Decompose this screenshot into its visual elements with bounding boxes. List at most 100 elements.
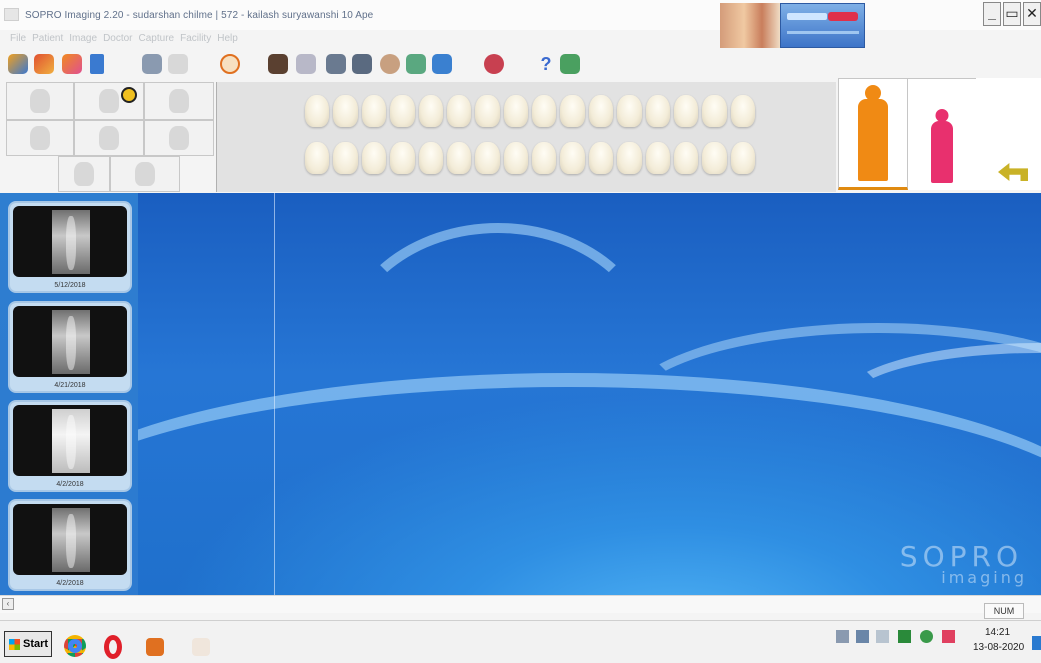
menu-capture[interactable]: Capture [139, 30, 175, 48]
adult-patient-button[interactable] [838, 78, 908, 190]
flash-icon[interactable] [406, 54, 426, 74]
tooth-button[interactable] [475, 142, 500, 174]
target-icon[interactable] [220, 54, 240, 74]
tooth-button[interactable] [390, 142, 415, 174]
radiation-icon[interactable] [484, 54, 504, 74]
child-patient-button[interactable] [908, 78, 976, 190]
layout-cell-2[interactable] [74, 82, 144, 120]
scroll-left-icon[interactable]: ‹ [2, 598, 14, 610]
tooth-button[interactable] [475, 95, 500, 127]
xray-date: 5/12/2018 [54, 282, 86, 289]
layout-cell-4[interactable] [6, 120, 74, 156]
tooth-button[interactable] [446, 142, 472, 174]
menu-file[interactable]: File [10, 30, 26, 48]
document-icon[interactable] [168, 54, 188, 74]
tooth-button[interactable] [645, 142, 670, 174]
tooth-button[interactable] [532, 142, 557, 174]
layout-cell-5[interactable] [74, 120, 144, 156]
tray-volume-icon[interactable] [876, 630, 889, 643]
menu-image[interactable]: Image [69, 30, 97, 48]
tooth-button[interactable] [333, 142, 358, 174]
menu-facility[interactable]: Facility [180, 30, 211, 48]
tooth-button[interactable] [446, 95, 472, 127]
sopro-icon[interactable] [192, 638, 210, 656]
print-icon[interactable] [142, 54, 162, 74]
outlook-icon[interactable] [146, 638, 164, 656]
camera-icon[interactable] [326, 54, 346, 74]
tooth-button[interactable] [617, 95, 642, 127]
status-bar-icon [787, 13, 827, 20]
xray-thumbnail[interactable]: 4/21/2018 [8, 301, 132, 393]
tooth-button[interactable] [560, 142, 585, 174]
patient-swap-icon[interactable] [62, 54, 82, 74]
menu-doctor[interactable]: Doctor [103, 30, 132, 48]
tooth-button[interactable] [702, 95, 727, 127]
clock-date[interactable]: 13-08-2020 [973, 642, 1024, 653]
tooth-button[interactable] [418, 95, 443, 127]
show-desktop-button[interactable] [1032, 636, 1041, 650]
layout-cell-1[interactable] [6, 82, 74, 120]
menu-help[interactable]: Help [217, 30, 238, 48]
tooth-button[interactable] [333, 95, 358, 127]
tooth-button[interactable] [503, 95, 528, 127]
back-panel [976, 78, 1041, 190]
xray-frame [13, 405, 127, 476]
tray-network-icon[interactable] [836, 630, 849, 643]
tray-sync-icon[interactable] [920, 630, 933, 643]
tooth-button[interactable] [673, 95, 699, 127]
clock-time[interactable]: 14:21 [985, 627, 1010, 638]
menu-patient[interactable]: Patient [32, 30, 63, 48]
tooth-button[interactable] [503, 142, 528, 174]
back-arrow-icon[interactable] [998, 163, 1028, 181]
tray-nvidia-icon[interactable] [898, 630, 911, 643]
horizontal-scrollbar[interactable]: ‹ [0, 595, 1041, 613]
tooth-button[interactable] [588, 95, 614, 127]
minimize-icon[interactable]: _ [983, 2, 1001, 26]
cd-export-icon[interactable] [352, 54, 372, 74]
layout-cell-6[interactable] [144, 120, 214, 156]
record-indicator-icon [828, 12, 858, 21]
info-icon[interactable] [560, 54, 580, 74]
capture-status-panel[interactable] [780, 3, 865, 48]
tooth-button[interactable] [361, 142, 387, 174]
help-icon[interactable]: ? [536, 54, 556, 74]
xray-thumbnail[interactable]: 4/2/2018 [8, 499, 132, 591]
opera-icon[interactable] [104, 635, 122, 659]
settings-wheel-icon[interactable] [380, 54, 400, 74]
tooth-button[interactable] [418, 142, 443, 174]
tooth-button[interactable] [645, 95, 670, 127]
tooth-button[interactable] [305, 95, 330, 127]
patient-photo[interactable] [720, 3, 780, 48]
restore-icon[interactable]: ▭ [1003, 2, 1021, 26]
xray-thumbnail[interactable]: 5/12/2018 [8, 201, 132, 293]
xray-thumbnail[interactable]: 4/2/2018 [8, 400, 132, 492]
arrow-export-icon[interactable] [432, 54, 452, 74]
lower-arch [305, 142, 755, 174]
tooth-button[interactable] [305, 142, 330, 174]
patient-heads-icon[interactable] [34, 54, 54, 74]
tooth-button[interactable] [560, 95, 585, 127]
tooth-button[interactable] [730, 95, 755, 127]
tooth-button[interactable] [617, 142, 642, 174]
layout-cell-7[interactable] [58, 156, 110, 192]
layout-cell-8[interactable] [110, 156, 180, 192]
tooth-button[interactable] [588, 142, 614, 174]
tooth-button[interactable] [730, 142, 755, 174]
tray-app-icon[interactable] [942, 630, 955, 643]
periodontal-icon[interactable] [296, 54, 316, 74]
start-button[interactable]: Start [4, 631, 52, 657]
tray-display-icon[interactable] [856, 630, 869, 643]
add-patient-icon[interactable] [90, 54, 104, 74]
chrome-icon[interactable] [64, 635, 86, 657]
tooth-button[interactable] [673, 142, 699, 174]
layout-cell-3[interactable] [144, 82, 214, 120]
brand-logo-subtext: imaging [941, 568, 1027, 587]
pane-divider[interactable] [274, 193, 275, 595]
tooth-button[interactable] [361, 95, 387, 127]
close-icon[interactable]: ✕ [1023, 2, 1041, 26]
tooth-button[interactable] [702, 142, 727, 174]
tooth-button[interactable] [532, 95, 557, 127]
open-patient-icon[interactable] [8, 54, 28, 74]
tooth-button[interactable] [390, 95, 415, 127]
tooth-view-icon[interactable] [268, 54, 288, 74]
